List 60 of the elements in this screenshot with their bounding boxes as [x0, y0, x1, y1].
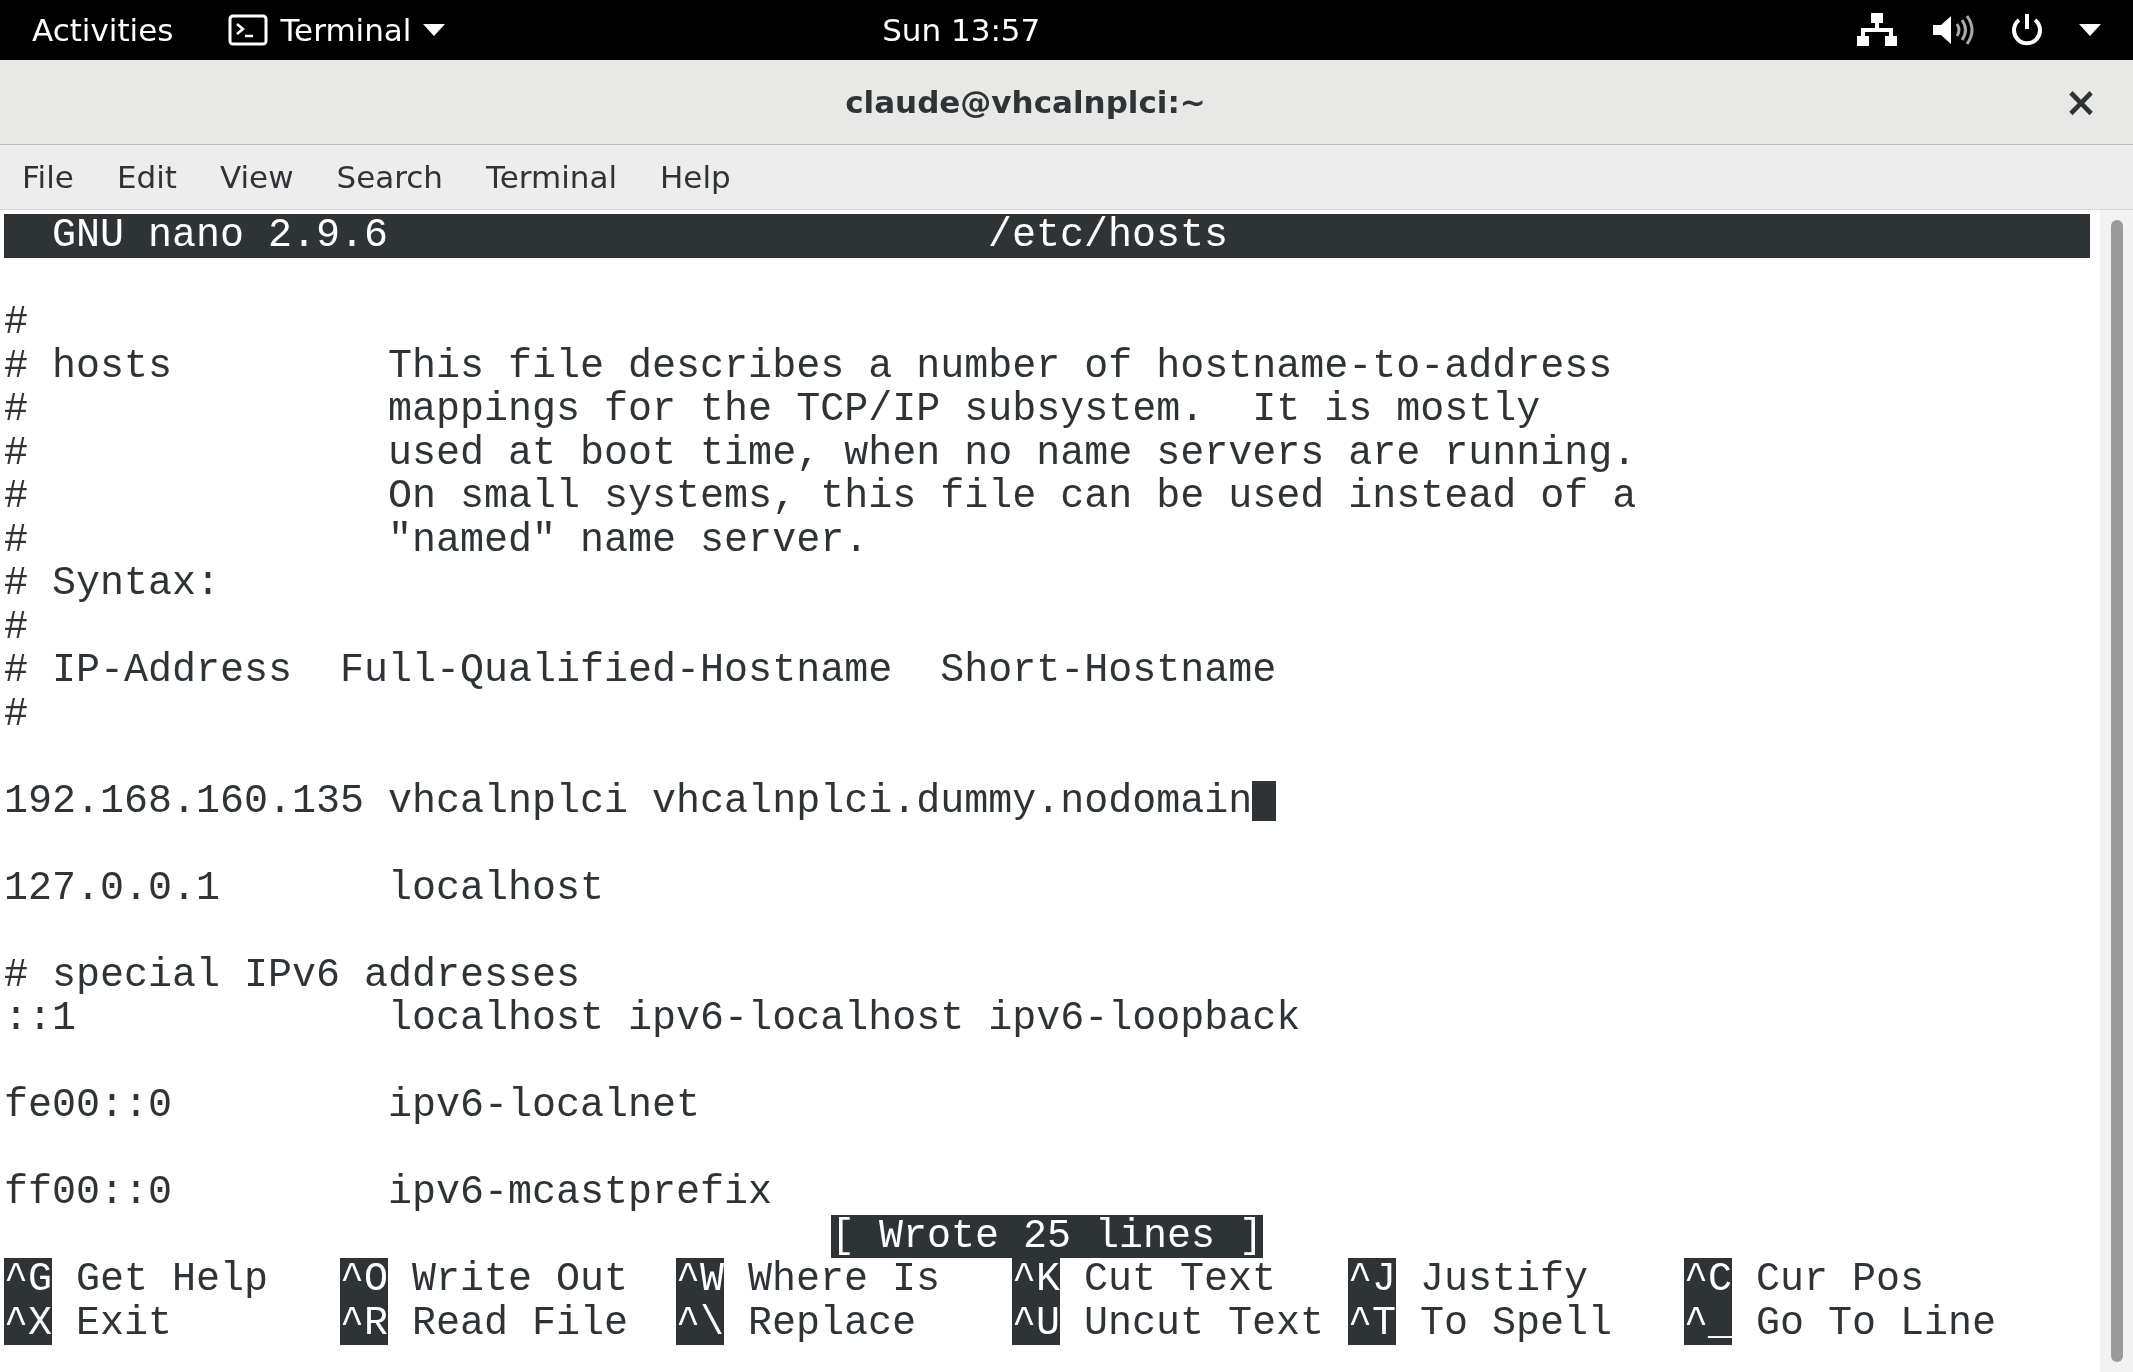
shortcut-key: ^X: [4, 1301, 52, 1345]
code-line: # used at boot time, when no name servers are running.: [4, 431, 1637, 475]
menu-item[interactable]: View: [219, 153, 294, 201]
shortcut-label: Go To Line: [1756, 1301, 1997, 1345]
menu-item[interactable]: Help: [660, 153, 731, 201]
code-line: 127.0.0.1 localhost: [4, 866, 605, 910]
code-line: # hosts This file describes a number of hostname-to-address: [4, 344, 1613, 388]
code-line: ::1 localhost ipv6-localhost ipv6-loopback: [4, 997, 1301, 1041]
shortcut-key: ^G: [4, 1258, 52, 1302]
shortcut-label: Cur Pos: [1756, 1258, 1925, 1302]
shortcut-key: ^O: [340, 1258, 388, 1302]
clock[interactable]: Sun 13:57: [882, 6, 1041, 54]
shortcut-key: ^R: [340, 1301, 388, 1345]
shortcut-label: Uncut Text: [1084, 1301, 1325, 1345]
shortcut-key: ^W: [676, 1258, 724, 1302]
shortcut-label: Write Out: [412, 1258, 629, 1302]
caret-icon: [2079, 24, 2101, 36]
shortcut-label: Cut Text: [1084, 1258, 1277, 1302]
terminal-icon: [228, 14, 269, 46]
nano-header: GNU nano 2.9.6 /etc/hosts: [4, 214, 2090, 258]
status-message: [ Wrote 25 lines ]: [830, 1214, 1264, 1258]
shortcut-key: ^C: [1684, 1258, 1732, 1302]
menu-item[interactable]: Edit: [116, 153, 177, 201]
code-line: #: [4, 605, 28, 649]
shortcut-key: ^\: [676, 1301, 724, 1345]
code-line: 192.168.160.135 vhcalnplci vhcalnplci.dummy.nodomain: [4, 779, 1253, 823]
menu-item[interactable]: File: [22, 153, 74, 201]
shortcut-label: Justify: [1420, 1258, 1589, 1302]
shortcut-label: To Spell: [1420, 1301, 1613, 1345]
power-icon: [2009, 12, 2045, 48]
caret-icon: [423, 24, 446, 36]
scrollbar[interactable]: [2100, 210, 2133, 1372]
network-icon: [1857, 13, 1897, 47]
code-line: #: [4, 692, 28, 736]
volume-icon: [1931, 14, 1975, 46]
app-menu[interactable]: Terminal: [228, 6, 446, 54]
menu-item[interactable]: Terminal: [486, 153, 618, 201]
close-button[interactable]: ×: [2051, 72, 2111, 132]
shortcut-key: ^T: [1348, 1301, 1396, 1345]
code-line: # special IPv6 addresses: [4, 953, 581, 997]
shortcut-key: ^J: [1348, 1258, 1396, 1302]
code-line: #: [4, 301, 28, 345]
shortcut-key: ^_: [1684, 1301, 1732, 1345]
code-line: # Syntax:: [4, 562, 221, 606]
activities-button[interactable]: Activities: [32, 6, 174, 54]
code-line: # "named" name server.: [4, 518, 869, 562]
menu-item[interactable]: Search: [336, 153, 443, 201]
shortcut-label: Get Help: [76, 1258, 269, 1302]
shortcut-label: Replace: [748, 1301, 917, 1345]
code-line: # On small systems, this file can be used instead of a: [4, 475, 1637, 519]
code-line: # IP-Address Full-Qualified-Hostname Short-Hostname: [4, 649, 1277, 693]
shortcut-key: ^U: [1012, 1301, 1060, 1345]
shortcut-label: Exit: [76, 1301, 173, 1345]
shortcut-label: Where Is: [748, 1258, 941, 1302]
shortcut-label: Read File: [412, 1301, 629, 1345]
code-line: # mappings for the TCP/IP subsystem. It is mostly: [4, 388, 1541, 432]
code-line: fe00::0 ipv6-localnet: [4, 1084, 701, 1128]
window-title: claude@vhcalnplci:~: [845, 82, 1206, 122]
code-line: ff00::0 ipv6-mcastprefix: [4, 1171, 773, 1215]
shortcut-key: ^K: [1012, 1258, 1060, 1302]
